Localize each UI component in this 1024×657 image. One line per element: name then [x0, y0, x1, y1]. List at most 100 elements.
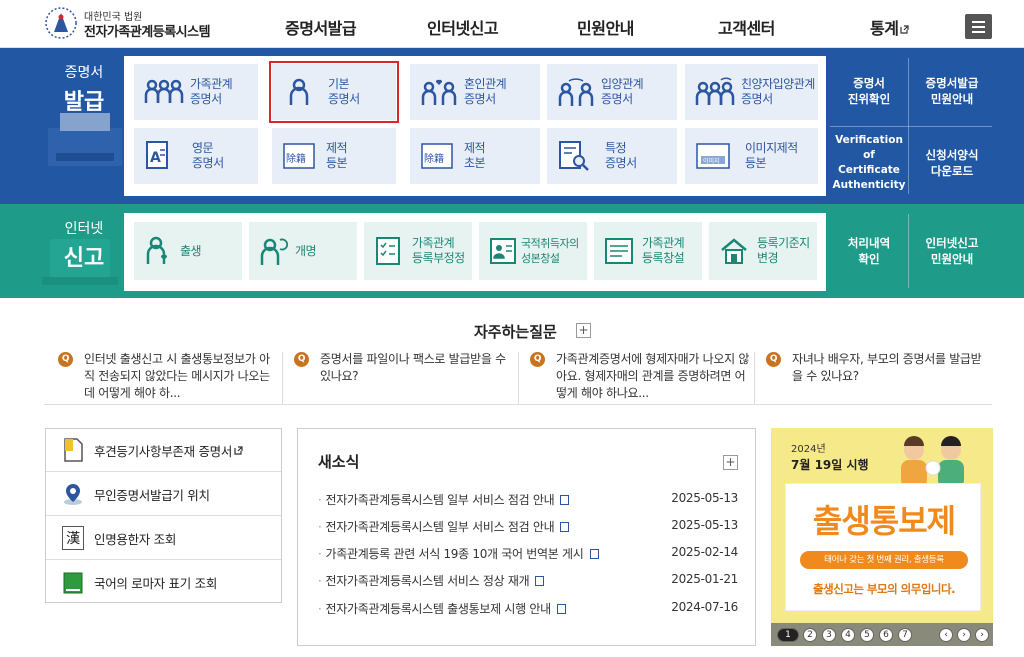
faq-more-button[interactable]: + — [576, 323, 591, 338]
english-document-icon: A — [146, 141, 168, 169]
nav-statistics[interactable]: 통계 — [870, 15, 910, 39]
svg-text:除籍: 除籍 — [424, 152, 444, 165]
adoption-icon — [558, 78, 594, 106]
guardianship-cert-link[interactable]: 후견등기사항부존재 증명서 — [46, 429, 281, 472]
report-card-correction[interactable]: 가족관계 등록부정정 — [364, 222, 472, 280]
document-search-icon — [559, 141, 589, 171]
kiosk-location-link[interactable]: 무인증명서발급기 위치 — [46, 473, 281, 516]
romanization-link[interactable]: 국어의 로마자 표기 조회 — [46, 561, 281, 604]
banner-title: 출생통보제 — [812, 502, 956, 540]
faq-item[interactable]: Q 인터넷 출생신고 시 출생통보정보가 아직 전송되지 않았다는 메시지가 나오… — [58, 351, 278, 402]
verification-english-link[interactable]: Verification of Certificate Authenticity — [830, 130, 908, 196]
news-item[interactable]: · 전자가족관계등록시스템 서비스 정상 재개 2025-01-21 — [318, 572, 738, 589]
faq-title: 자주하는질문 — [474, 323, 557, 341]
birth-notification-banner[interactable]: 2024년 7월 19일 시행 출생통보제 태어나 갖는 첫 번째 권리, 출생… — [771, 428, 993, 646]
news-box: 새소식 + · 전자가족관계등록시스템 일부 서비스 점검 안내 2025-05-1… — [297, 428, 756, 646]
site-logo[interactable]: 대한민국 법원 전자가족관계등록시스템 — [44, 4, 234, 44]
banner-page-7[interactable]: 7 — [898, 628, 912, 642]
cert-card-marriage[interactable]: 혼인관계 증명서 — [410, 64, 540, 120]
news-more-button[interactable]: + — [723, 455, 738, 470]
nav-internet-report[interactable]: 인터넷신고 — [427, 15, 499, 39]
faq-item[interactable]: Q 가족관계증명서에 형제자매가 나오지 않아요. 형제자매의 관계를 증명하려면… — [530, 351, 750, 402]
hanja-book-icon: 漢 — [62, 526, 84, 550]
document-lines-icon — [605, 238, 633, 264]
banner-pill: 태어나 갖는 첫 번째 권리, 출생등록 — [800, 551, 968, 569]
cert-card-specific[interactable]: 특정 증명서 — [547, 128, 677, 184]
internet-report-band: 인터넷 신고 출생 개명 가족관계 등록부정정 국적취득자의 성본창설 가족관계 등록… — [0, 204, 1024, 298]
id-card-icon — [490, 238, 516, 264]
checklist-icon — [376, 237, 400, 265]
cert-card-removed-register-full[interactable]: 除籍 제적 등본 — [272, 128, 396, 184]
green-book-icon — [63, 572, 83, 593]
nav-civil-guide[interactable]: 민원안내 — [577, 15, 634, 39]
image-register-icon: 이미지 — [696, 143, 730, 169]
document-icon — [560, 495, 570, 505]
faq-item[interactable]: Q 증명서를 파일이나 팩스로 발급받을 수 있나요? — [294, 351, 514, 385]
banner-next-button[interactable]: › — [975, 628, 989, 642]
faq-item[interactable]: Q 자녀나 배우자, 부모의 증명서를 발급받을 수 있나요? — [766, 351, 986, 385]
cert-card-english[interactable]: A 영문 증명서 — [134, 128, 258, 184]
report-card-domicile-change[interactable]: 등록기준지 변경 — [709, 222, 817, 280]
news-item[interactable]: · 전자가족관계등록시스템 일부 서비스 점검 안내 2025-05-13 — [318, 491, 738, 508]
question-icon: Q — [530, 352, 545, 367]
single-person-icon — [289, 78, 309, 105]
couple-heart-icon — [421, 79, 457, 105]
cert-card-removed-register-abstract[interactable]: 除籍 제적 초본 — [410, 128, 540, 184]
banner-page-1[interactable]: 1 — [777, 628, 799, 642]
news-item[interactable]: · 전자가족관계등록시스템 출생통보제 시행 안내 2024-07-16 — [318, 600, 738, 617]
full-adoption-icon — [695, 77, 735, 105]
nav-customer-center[interactable]: 고객센터 — [718, 15, 775, 39]
news-title: 새소식 — [318, 453, 360, 471]
svg-text:除籍: 除籍 — [286, 152, 306, 165]
printer-illustration — [48, 113, 122, 166]
nav-statistics-label: 통계 — [870, 19, 899, 38]
certificate-doc-icon — [64, 438, 83, 462]
cert-card-family[interactable]: 가족관계 증명서 — [134, 64, 258, 120]
report-civil-guide-link[interactable]: 인터넷신고 민원안내 — [910, 218, 994, 284]
rename-person-icon — [260, 238, 288, 265]
cert-band-title: 증명서 발급 — [63, 65, 105, 115]
banner-prev-button[interactable]: ‹ — [939, 628, 953, 642]
header: 대한민국 법원 전자가족관계등록시스템 증명서발급 인터넷신고 민원안내 고객센… — [0, 0, 1024, 48]
document-icon — [589, 549, 599, 559]
cert-card-basic[interactable]: 기본 증명서 — [269, 61, 399, 123]
hamburger-menu-button[interactable] — [965, 14, 992, 39]
location-pin-icon — [64, 484, 82, 505]
banner-page-3[interactable]: 3 — [822, 628, 836, 642]
question-icon: Q — [766, 352, 781, 367]
cert-card-image-register[interactable]: 이미지 이미지제적 등본 — [685, 128, 818, 184]
banner-pagination: 1 2 3 4 5 6 7 ‹ › › — [771, 623, 993, 646]
removed-register-icon: 除籍 — [283, 143, 315, 169]
banner-page-4[interactable]: 4 — [841, 628, 855, 642]
banner-year: 2024년 — [791, 444, 826, 455]
report-card-birth[interactable]: 출생 — [134, 222, 242, 280]
banner-page-5[interactable]: 5 — [860, 628, 874, 642]
report-card-rename[interactable]: 개명 — [249, 222, 357, 280]
banner-page-6[interactable]: 6 — [879, 628, 893, 642]
question-icon: Q — [294, 352, 309, 367]
cert-issue-band: 증명서 발급 가족관계 증명서 기본 증명서 혼인관계 증명서 입양관계 증명서 친양자… — [0, 48, 1024, 204]
nav-cert-issue[interactable]: 증명서발급 — [285, 15, 357, 39]
news-item[interactable]: · 가족관계등록 관련 서식 19종 10개 국어 번역본 게시 2025-02-1… — [318, 545, 738, 562]
banner-page-2[interactable]: 2 — [803, 628, 817, 642]
external-link-icon — [234, 445, 243, 455]
document-icon — [535, 576, 545, 586]
news-item[interactable]: · 전자가족관계등록시스템 일부 서비스 점검 안내 2025-05-13 — [318, 518, 738, 535]
process-history-link[interactable]: 처리내역 확인 — [830, 218, 908, 284]
verify-cert-link[interactable]: 증명서 진위확인 — [830, 60, 908, 122]
document-icon — [556, 604, 566, 614]
svg-text:이미지: 이미지 — [703, 157, 720, 165]
birth-person-icon — [146, 236, 168, 264]
report-card-naturalized-surname[interactable]: 국적취득자의 성본창설 — [479, 222, 587, 280]
cert-civil-guide-link[interactable]: 증명서발급 민원안내 — [910, 60, 994, 122]
svg-text:A: A — [150, 150, 161, 166]
house-icon — [721, 238, 747, 264]
banner-play-button[interactable]: › — [957, 628, 971, 642]
report-band-title: 인터넷 신고 — [63, 221, 105, 271]
cert-card-adoption[interactable]: 입양관계 증명서 — [547, 64, 677, 120]
cert-card-full-adoption[interactable]: 친양자입양관계 증명서 — [685, 64, 818, 120]
form-download-link[interactable]: 신청서양식 다운로드 — [910, 130, 994, 196]
report-card-registration-creation[interactable]: 가족관계 등록창설 — [594, 222, 702, 280]
removed-register-icon: 除籍 — [421, 143, 453, 169]
name-hanja-link[interactable]: 漢 인명용한자 조회 — [46, 517, 281, 560]
